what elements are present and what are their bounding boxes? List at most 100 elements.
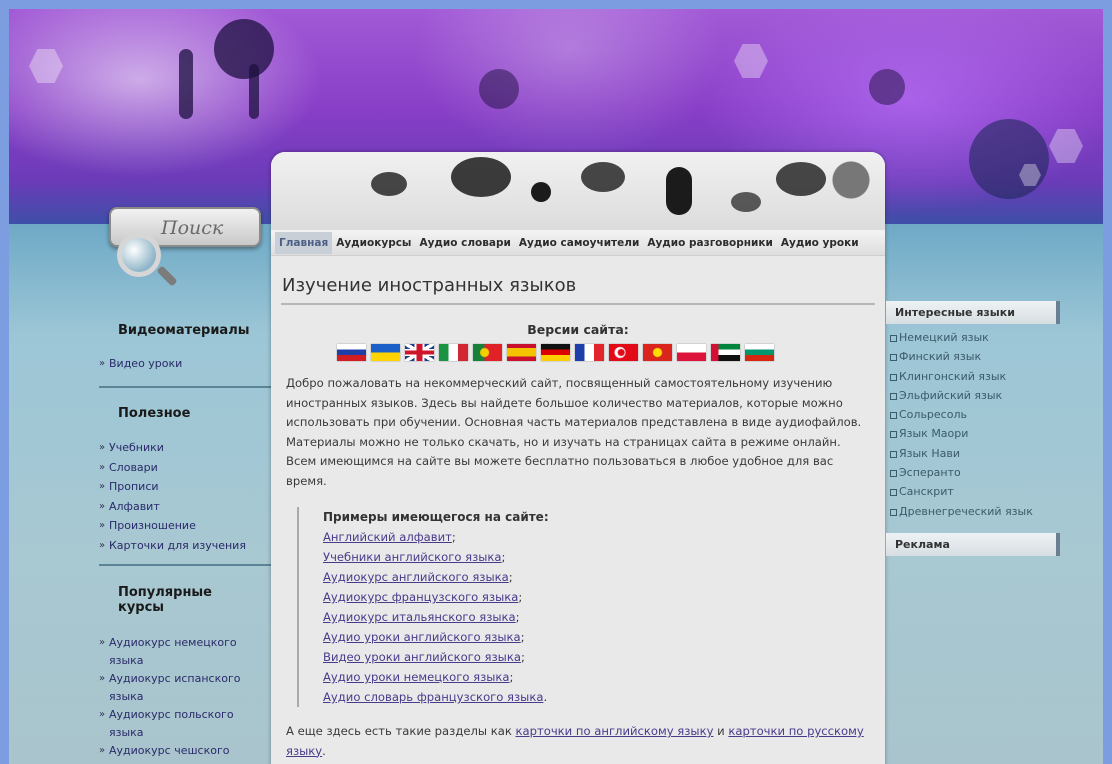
decor-hexagon bbox=[734, 44, 768, 78]
interesting-languages-list: Немецкий язык Финский язык Клингонский я… bbox=[889, 328, 1059, 521]
top-navigation: Главная Аудиокурсы Аудио словари Аудио с… bbox=[271, 230, 885, 256]
list-item: Аудио уроки английского языка; bbox=[323, 630, 525, 644]
decor-splash bbox=[249, 64, 259, 119]
section-title-popular: Популярные курсы bbox=[102, 573, 262, 617]
decor-splash bbox=[371, 172, 407, 196]
search-icon[interactable] bbox=[117, 233, 161, 277]
bulgaria-flag-icon[interactable] bbox=[745, 344, 774, 361]
spain-flag-icon[interactable] bbox=[507, 344, 536, 361]
examples-list: Английский алфавит; Учебники английского… bbox=[323, 527, 797, 707]
decor-splash bbox=[581, 162, 625, 192]
nav-tab-audio-phrasebooks[interactable]: Аудио разговорники bbox=[643, 232, 777, 254]
language-link-german[interactable]: Немецкий язык bbox=[889, 328, 1059, 347]
nav-tab-audio-tutorials[interactable]: Аудио самоучители bbox=[515, 232, 643, 254]
sidebar-link-dictionaries[interactable]: Словари bbox=[99, 458, 264, 478]
title-divider bbox=[281, 303, 875, 305]
outro-text: . bbox=[322, 743, 326, 758]
sidebar-link-german-course[interactable]: Аудиокурс немецкого языка bbox=[99, 634, 264, 670]
content-header-splash bbox=[271, 152, 885, 230]
germany-flag-icon[interactable] bbox=[541, 344, 570, 361]
site-versions-label: Версии сайта: bbox=[527, 322, 629, 337]
interesting-languages-title: Интересные языки bbox=[886, 301, 1060, 324]
language-link-elvish[interactable]: Эльфийский язык bbox=[889, 386, 1059, 405]
page-title: Изучение иностранных языков bbox=[282, 275, 577, 296]
sidebar-link-polish-course[interactable]: Аудиокурс польского языка bbox=[99, 706, 264, 742]
sidebar-divider bbox=[99, 564, 271, 566]
example-link[interactable]: Аудиокурс французского языка bbox=[323, 590, 518, 604]
italy-flag-icon[interactable] bbox=[439, 344, 468, 361]
outro-text: А еще здесь есть такие разделы как bbox=[286, 724, 516, 738]
language-flags bbox=[337, 344, 774, 361]
uae-flag-icon[interactable] bbox=[711, 344, 740, 361]
language-link-solresol[interactable]: Сольресоль bbox=[889, 405, 1059, 424]
turkey-flag-icon[interactable] bbox=[609, 344, 638, 361]
decor-splash bbox=[776, 162, 826, 196]
decor-swirl bbox=[969, 119, 1049, 199]
list-item: Английский алфавит; bbox=[323, 530, 456, 544]
example-link[interactable]: Аудиокурс английского языка bbox=[323, 570, 509, 584]
list-item: Видео уроки английского языка; bbox=[323, 650, 525, 664]
decor-splash bbox=[214, 19, 274, 79]
decor-splash bbox=[531, 182, 551, 202]
example-link[interactable]: Аудио уроки немецкого языка bbox=[323, 670, 510, 684]
ads-title: Реклама bbox=[886, 533, 1060, 556]
examples-block: Примеры имеющегося на сайте: Английский … bbox=[297, 507, 797, 707]
sidebar-link-czech-course[interactable]: Аудиокурс чешского языка bbox=[99, 742, 264, 764]
nav-tab-home[interactable]: Главная bbox=[275, 231, 333, 254]
popular-list: Аудиокурс немецкого языка Аудиокурс испа… bbox=[99, 634, 264, 764]
ukraine-flag-icon[interactable] bbox=[371, 344, 400, 361]
vietnam-flag-icon[interactable] bbox=[643, 344, 672, 361]
example-link[interactable]: Аудиокурс итальянского языка bbox=[323, 610, 516, 624]
search-label: Поиск bbox=[161, 217, 224, 239]
example-link[interactable]: Видео уроки английского языка bbox=[323, 650, 521, 664]
sidebar-link-spanish-course[interactable]: Аудиокурс испанского языка bbox=[99, 670, 264, 706]
useful-list: Учебники Словари Прописи Алфавит Произно… bbox=[99, 438, 264, 555]
list-item: Учебники английского языка; bbox=[323, 550, 506, 564]
example-link[interactable]: Аудио уроки английского языка bbox=[323, 630, 521, 644]
video-list: Видео уроки bbox=[99, 354, 264, 374]
intro-paragraph: Добро пожаловать на некоммерческий сайт,… bbox=[286, 376, 862, 488]
uk-flag-icon[interactable] bbox=[405, 344, 434, 361]
example-link[interactable]: Аудио словарь французского языка bbox=[323, 690, 543, 704]
portugal-flag-icon[interactable] bbox=[473, 344, 502, 361]
sidebar-link-flashcards[interactable]: Карточки для изучения bbox=[99, 536, 264, 556]
section-title-useful: Полезное bbox=[101, 394, 263, 430]
language-link-esperanto[interactable]: Эсперанто bbox=[889, 463, 1059, 482]
decor-splash bbox=[179, 49, 193, 119]
language-link-ancient-greek[interactable]: Древнегреческий язык bbox=[889, 502, 1059, 521]
france-flag-icon[interactable] bbox=[575, 344, 604, 361]
browser-viewport: Поиск Видеоматериалы Видео уроки Полезно… bbox=[0, 0, 1112, 764]
sidebar-link-pronunciation[interactable]: Произношение bbox=[99, 516, 264, 536]
language-link-sanskrit[interactable]: Санскрит bbox=[889, 482, 1059, 501]
russia-flag-icon[interactable] bbox=[337, 344, 366, 361]
example-link[interactable]: Учебники английского языка bbox=[323, 550, 502, 564]
nav-tab-audio-dictionaries[interactable]: Аудио словари bbox=[415, 232, 514, 254]
list-item: Аудио уроки немецкого языка; bbox=[323, 670, 514, 684]
sidebar-divider bbox=[99, 386, 271, 388]
nav-tab-audio-courses[interactable]: Аудиокурсы bbox=[332, 232, 415, 254]
list-item: Аудиокурс итальянского языка; bbox=[323, 610, 520, 624]
left-sidebar: Поиск Видеоматериалы Видео уроки Полезно… bbox=[89, 199, 271, 764]
list-item: Аудиокурс английского языка; bbox=[323, 570, 513, 584]
sidebar-link-video-lessons[interactable]: Видео уроки bbox=[99, 354, 264, 374]
sidebar-link-alphabet[interactable]: Алфавит bbox=[99, 497, 264, 517]
example-link[interactable]: Английский алфавит bbox=[323, 530, 452, 544]
decor-splash bbox=[869, 69, 905, 105]
list-item: Аудиокурс французского языка; bbox=[323, 590, 523, 604]
decor-hexagon bbox=[29, 49, 63, 83]
main-content: Главная Аудиокурсы Аудио словари Аудио с… bbox=[271, 152, 885, 764]
nav-tab-audio-lessons[interactable]: Аудио уроки bbox=[777, 232, 863, 254]
decor-splash bbox=[731, 192, 761, 212]
decor-splash bbox=[666, 167, 692, 215]
outro-text: и bbox=[713, 724, 729, 738]
sidebar-link-textbooks[interactable]: Учебники bbox=[99, 438, 264, 458]
section-title-video: Видеоматериалы bbox=[101, 311, 263, 347]
language-link-klingon[interactable]: Клингонский язык bbox=[889, 367, 1059, 386]
sidebar-link-copybooks[interactable]: Прописи bbox=[99, 477, 264, 497]
flashcards-english-link[interactable]: карточки по английскому языку bbox=[516, 724, 714, 738]
language-link-finnish[interactable]: Финский язык bbox=[889, 347, 1059, 366]
language-link-navi[interactable]: Язык Нави bbox=[889, 444, 1059, 463]
poland-flag-icon[interactable] bbox=[677, 344, 706, 361]
decor-splash bbox=[479, 69, 519, 109]
language-link-maori[interactable]: Язык Маори bbox=[889, 424, 1059, 443]
